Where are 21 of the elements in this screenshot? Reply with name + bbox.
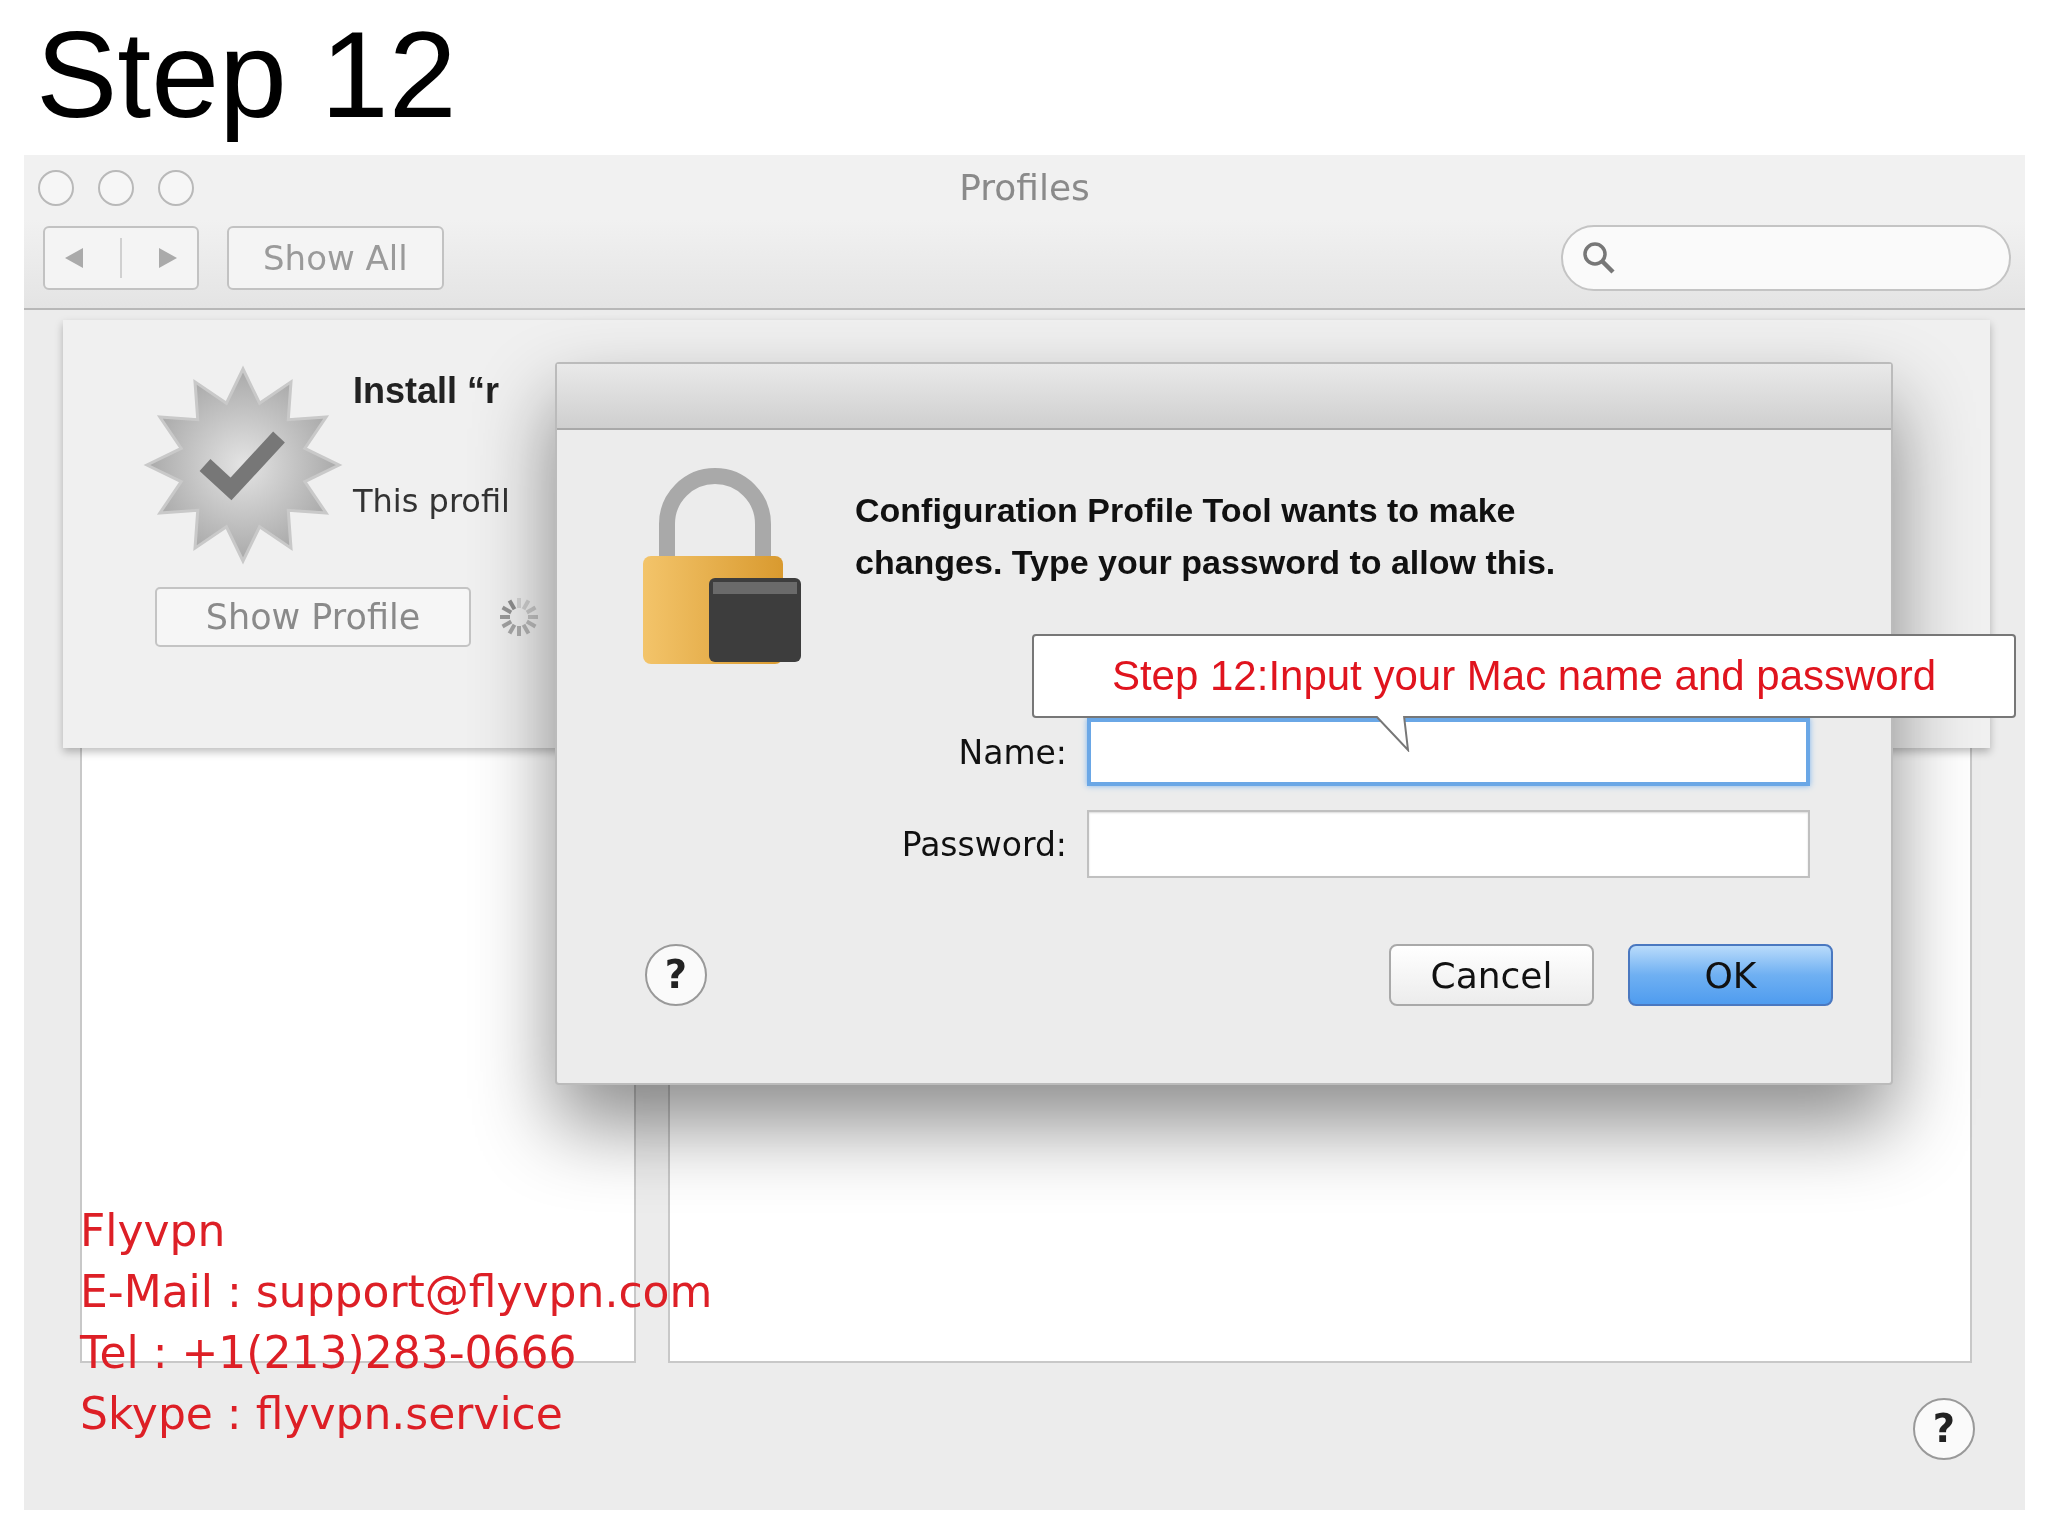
text-field[interactable] [1087, 810, 1810, 878]
contact-line: Tel : +1(213)283-0666 [80, 1326, 578, 1380]
profile-title: Install “r [353, 370, 500, 412]
contact-line: Flyvpn [80, 1204, 227, 1258]
badge-check-icon [143, 365, 343, 565]
help-button[interactable]: ? [645, 944, 707, 1006]
text-field[interactable] [1087, 718, 1810, 786]
window-title: Profiles [959, 167, 1090, 208]
search-icon [1581, 240, 1617, 276]
field-label: Password: [900, 824, 1067, 864]
contact-line: E-Mail : support@flyvpn.com [80, 1265, 713, 1319]
cancel-button[interactable]: Cancel [1389, 944, 1594, 1006]
dialog-message: Configuration Profile Tool wants to make changes. Type your password to allow this. [855, 490, 1557, 583]
field-label: Name: [957, 732, 1067, 772]
callout-annotation: Step 12:Input your Mac name and password [1032, 634, 2016, 718]
profile-description: This profil [353, 481, 510, 520]
contact-line: Skype : flyvpn.service [80, 1387, 564, 1441]
step-heading: Step 12 [36, 10, 458, 145]
back-forward-control[interactable] [43, 226, 199, 290]
help-button[interactable]: ? [1913, 1398, 1975, 1460]
ok-button[interactable]: OK [1628, 944, 1833, 1006]
